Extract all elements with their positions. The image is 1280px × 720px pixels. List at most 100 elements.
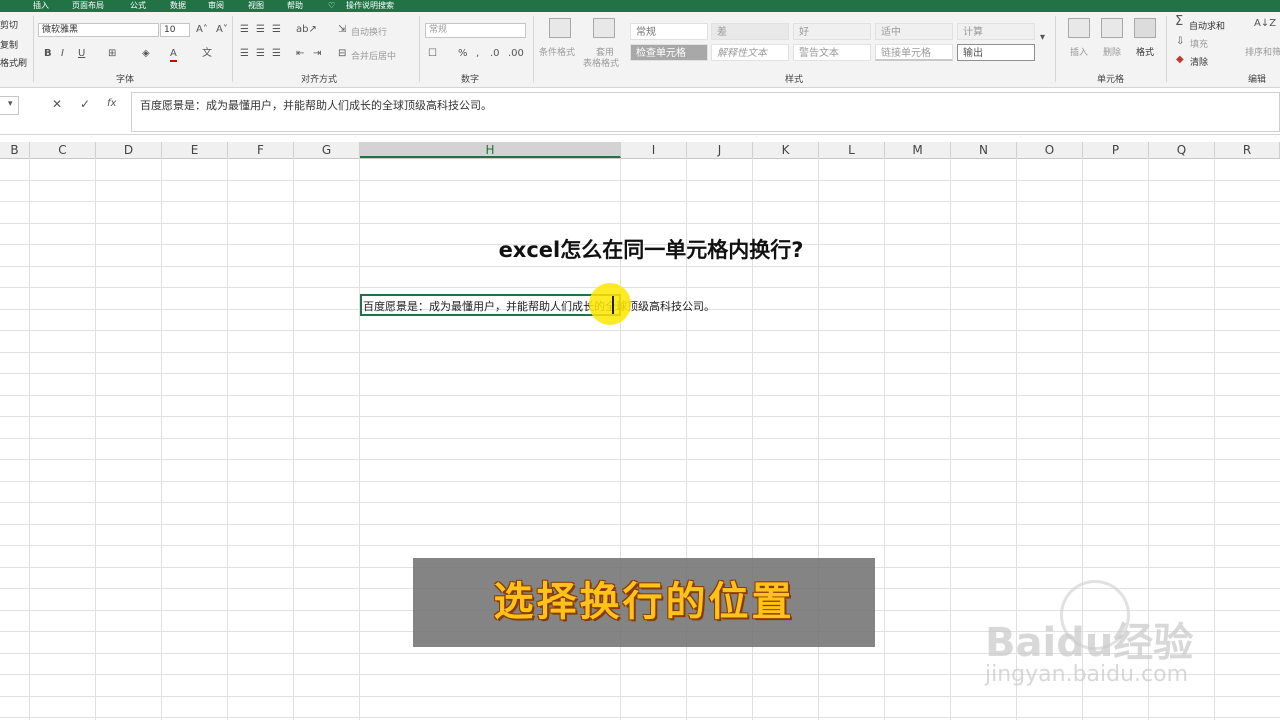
- decrease-font-icon[interactable]: A˅: [216, 24, 228, 36]
- tab-insert[interactable]: 插入: [33, 0, 49, 12]
- font-size-select[interactable]: 10: [160, 23, 190, 37]
- style-warning[interactable]: 警告文本: [793, 44, 871, 61]
- align-middle-icon[interactable]: ☰: [256, 24, 265, 36]
- style-calculation[interactable]: 计算: [957, 23, 1035, 40]
- underline-icon[interactable]: U: [78, 48, 85, 60]
- tab-data[interactable]: 数据: [170, 0, 186, 12]
- tab-help[interactable]: 帮助: [287, 0, 303, 12]
- table-format-button-l2[interactable]: 表格格式: [583, 56, 619, 69]
- wrap-text-button[interactable]: 自动换行: [351, 25, 387, 38]
- lightbulb-icon: ♡: [328, 1, 336, 10]
- increase-decimal-icon[interactable]: .0: [490, 48, 500, 60]
- style-normal[interactable]: 常规: [630, 23, 708, 40]
- clear-button[interactable]: 清除: [1190, 55, 1208, 68]
- number-format-select[interactable]: 常规: [425, 23, 526, 38]
- decrease-decimal-icon[interactable]: .00: [508, 48, 524, 60]
- format-cells-icon[interactable]: [1134, 18, 1156, 38]
- style-neutral[interactable]: 适中: [875, 23, 953, 40]
- copy-button[interactable]: 复制: [0, 38, 18, 51]
- sheet-title-cell[interactable]: excel怎么在同一单元格内换行?: [360, 234, 942, 264]
- comma-icon[interactable]: ,: [476, 48, 479, 60]
- italic-icon[interactable]: I: [61, 48, 64, 60]
- phonetic-icon[interactable]: 文: [202, 48, 212, 60]
- sort-filter-icon[interactable]: A↓Z: [1254, 18, 1276, 30]
- tab-review[interactable]: 审阅: [208, 0, 224, 12]
- enter-icon[interactable]: ✓: [80, 98, 90, 110]
- wrap-text-icon[interactable]: ⇲: [338, 24, 346, 36]
- column-header-g[interactable]: G: [294, 142, 360, 158]
- insert-function-icon[interactable]: fx: [107, 98, 116, 110]
- merge-icon[interactable]: ⊟: [338, 48, 346, 60]
- column-header-k[interactable]: K: [753, 142, 819, 158]
- column-header-p[interactable]: P: [1083, 142, 1149, 158]
- row-gridline: [0, 481, 1280, 482]
- delete-cells-button[interactable]: 删除: [1103, 45, 1121, 58]
- align-right-icon[interactable]: ☰: [272, 48, 281, 60]
- border-icon[interactable]: ⊞: [108, 48, 116, 60]
- style-explanatory[interactable]: 解释性文本: [711, 44, 789, 61]
- column-header-i[interactable]: I: [621, 142, 687, 158]
- column-header-q[interactable]: Q: [1149, 142, 1215, 158]
- align-bottom-icon[interactable]: ☰: [272, 24, 281, 36]
- column-header-n[interactable]: N: [951, 142, 1017, 158]
- column-header-e[interactable]: E: [162, 142, 228, 158]
- watermark-url: jingyan.baidu.com: [985, 662, 1189, 687]
- align-center-icon[interactable]: ☰: [256, 48, 265, 60]
- formula-input[interactable]: 百度愿景是：成为最懂用户，并能帮助人们成长的全球顶级高科技公司。: [131, 92, 1280, 132]
- fill-color-icon[interactable]: ◈: [142, 48, 150, 60]
- delete-cells-icon[interactable]: [1101, 18, 1123, 38]
- fill-icon[interactable]: ⇩: [1176, 36, 1184, 48]
- column-header-d[interactable]: D: [96, 142, 162, 158]
- cut-button[interactable]: 剪切: [0, 18, 18, 31]
- style-good[interactable]: 好: [793, 23, 871, 40]
- tab-view[interactable]: 视图: [248, 0, 264, 12]
- row-gridline: [0, 696, 1280, 697]
- style-bad[interactable]: 差: [711, 23, 789, 40]
- tab-page-layout[interactable]: 页面布局: [72, 0, 104, 12]
- tell-me-search[interactable]: 操作说明搜索: [346, 0, 394, 12]
- column-header-b[interactable]: B: [0, 142, 30, 158]
- cell-h-text[interactable]: 百度愿景是：成为最懂用户，并能帮助人们成长的全球顶级高科技公司。: [363, 298, 715, 314]
- row-gridline: [0, 717, 1280, 718]
- font-color-icon[interactable]: A: [170, 48, 177, 62]
- percent-icon[interactable]: %: [458, 48, 468, 60]
- align-left-icon[interactable]: ☰: [240, 48, 249, 60]
- autosum-button[interactable]: 自动求和: [1189, 19, 1225, 32]
- fill-button[interactable]: 填充: [1190, 37, 1208, 50]
- column-header-c[interactable]: C: [30, 142, 96, 158]
- currency-icon[interactable]: ☐: [428, 48, 437, 60]
- column-header-m[interactable]: M: [885, 142, 951, 158]
- row-gridline: [0, 438, 1280, 439]
- column-header-r[interactable]: R: [1215, 142, 1280, 158]
- style-check-cell[interactable]: 检查单元格: [630, 44, 708, 61]
- column-header-o[interactable]: O: [1017, 142, 1083, 158]
- table-format-icon[interactable]: [593, 18, 615, 38]
- style-output[interactable]: 输出: [957, 44, 1035, 61]
- column-header-j[interactable]: J: [687, 142, 753, 158]
- cancel-icon[interactable]: ✕: [52, 98, 62, 110]
- decrease-indent-icon[interactable]: ⇤: [296, 48, 304, 60]
- styles-scroll-icon[interactable]: ▾: [1040, 32, 1045, 44]
- align-top-icon[interactable]: ☰: [240, 24, 249, 36]
- insert-cells-button[interactable]: 插入: [1070, 45, 1088, 58]
- column-header-f[interactable]: F: [228, 142, 294, 158]
- sort-filter-button[interactable]: 排序和筛选: [1245, 45, 1280, 58]
- tab-formulas[interactable]: 公式: [130, 0, 146, 12]
- increase-indent-icon[interactable]: ⇥: [313, 48, 321, 60]
- column-header-l[interactable]: L: [819, 142, 885, 158]
- insert-cells-icon[interactable]: [1068, 18, 1090, 38]
- format-painter-button[interactable]: 格式刷: [0, 56, 27, 69]
- bold-icon[interactable]: B: [44, 48, 52, 60]
- font-name-select[interactable]: 微软雅黑: [38, 23, 159, 37]
- format-cells-button[interactable]: 格式: [1136, 45, 1154, 58]
- orientation-icon[interactable]: ab↗: [296, 24, 317, 36]
- column-header-h[interactable]: H: [360, 142, 621, 158]
- conditional-format-icon[interactable]: [549, 18, 571, 38]
- increase-font-icon[interactable]: A˄: [196, 24, 208, 36]
- style-linked-cell[interactable]: 链接单元格: [875, 44, 953, 61]
- eraser-icon[interactable]: ◆: [1176, 54, 1184, 66]
- conditional-format-button[interactable]: 条件格式: [539, 45, 575, 58]
- merge-center-button[interactable]: 合并后居中: [351, 49, 396, 62]
- sigma-icon[interactable]: Σ: [1175, 15, 1183, 28]
- name-box-dropdown-icon[interactable]: ▾: [8, 98, 13, 110]
